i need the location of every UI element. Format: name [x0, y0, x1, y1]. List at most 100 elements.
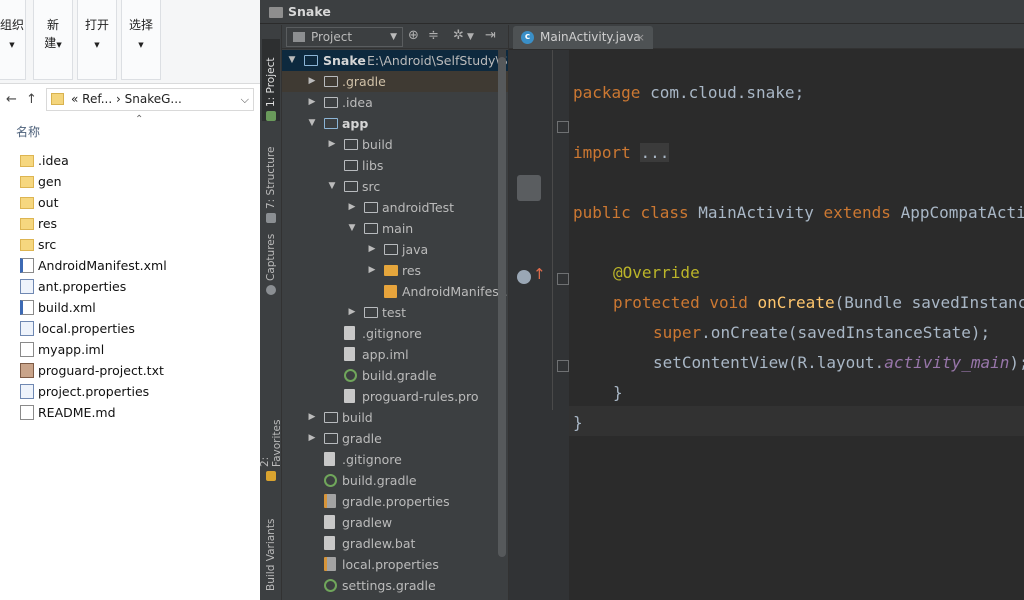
tree-item[interactable]: ▼ app: [282, 113, 508, 134]
chevron-down-icon[interactable]: ⌵: [241, 89, 249, 110]
tree-root-snake[interactable]: ▼ Snake E:\Android\SelfStudy\Snake: [282, 50, 508, 71]
column-header-name[interactable]: 名称: [16, 123, 40, 140]
address-crumb-2[interactable]: SnakeG...: [125, 92, 182, 106]
project-scrollbar[interactable]: [498, 49, 506, 600]
tree-item[interactable]: ▼ src: [282, 176, 508, 197]
chevron-down-icon[interactable]: ▼: [467, 32, 474, 42]
tab-captures[interactable]: Captures: [262, 225, 280, 295]
hide-panel-icon[interactable]: ⇥: [485, 28, 496, 43]
tree-item[interactable]: ▶ java: [282, 239, 508, 260]
file-list-item[interactable]: README.md: [0, 402, 260, 423]
file-icon: [20, 363, 34, 378]
file-list-item[interactable]: proguard-project.txt: [0, 360, 260, 381]
code-line-1: package com.cloud.snake;: [573, 78, 804, 108]
tree-item[interactable]: ▼ main: [282, 218, 508, 239]
file-list-item[interactable]: res: [0, 213, 260, 234]
expand-right-icon[interactable]: ▶: [366, 260, 378, 281]
address-crumb-1[interactable]: Ref...: [82, 92, 112, 106]
file-list-item[interactable]: out: [0, 192, 260, 213]
folded-imports[interactable]: ...: [640, 143, 670, 162]
tree-item[interactable]: ▶ build: [282, 407, 508, 428]
expand-right-icon[interactable]: ▶: [306, 407, 318, 428]
tree-item-label: test: [382, 305, 407, 320]
tool-window-sidebar: 1: Project 7: Structure Captures 2: Favo…: [259, 25, 283, 600]
folder-icon: [269, 7, 283, 18]
tree-item[interactable]: build.gradle: [282, 365, 508, 386]
fold-end-icon[interactable]: [557, 360, 569, 372]
tree-item[interactable]: ▶ .idea: [282, 92, 508, 113]
tree-item[interactable]: ▶ .gradle: [282, 71, 508, 92]
address-prefix[interactable]: «: [71, 92, 78, 106]
tree-item[interactable]: app.iml: [282, 344, 508, 365]
tab-structure[interactable]: 7: Structure: [262, 131, 280, 223]
gradle-icon: [324, 579, 337, 592]
file-list-item[interactable]: myapp.iml: [0, 339, 260, 360]
fold-collapse-icon[interactable]: [557, 273, 569, 285]
file-list-item[interactable]: build.xml: [0, 297, 260, 318]
layout-xml-icon[interactable]: [517, 175, 541, 201]
tab-build-variants[interactable]: Build Variants: [262, 509, 280, 591]
ribbon-new-button[interactable]: 新 建▼: [33, 0, 73, 80]
file-icon: [20, 405, 34, 420]
tab-main-activity[interactable]: c MainActivity.java ×: [513, 26, 653, 49]
gear-icon[interactable]: ✲: [453, 28, 464, 43]
gradle-icon: [324, 474, 337, 487]
file-list-item[interactable]: project.properties: [0, 381, 260, 402]
tree-item[interactable]: ▶ androidTest: [282, 197, 508, 218]
expand-right-icon[interactable]: ▶: [306, 92, 318, 113]
tab-favorites[interactable]: 2: Favorites: [259, 409, 283, 481]
fold-expand-icon[interactable]: [557, 121, 569, 133]
tree-item[interactable]: gradle.properties: [282, 491, 508, 512]
tree-item[interactable]: build.gradle: [282, 470, 508, 491]
expand-right-icon[interactable]: ▶: [346, 197, 358, 218]
tree-item[interactable]: ▶ test: [282, 302, 508, 323]
close-icon[interactable]: ×: [636, 26, 645, 49]
ribbon-organize-button[interactable]: 组织 ▼: [0, 0, 26, 80]
project-crumb[interactable]: Snake: [288, 4, 331, 19]
code-line-annotation: @Override: [613, 258, 700, 288]
expand-right-icon[interactable]: ▶: [346, 302, 358, 323]
expand-right-icon[interactable]: ▶: [306, 428, 318, 449]
locate-icon[interactable]: ⊕: [408, 28, 419, 43]
tree-item[interactable]: gradlew.bat: [282, 533, 508, 554]
expand-down-icon[interactable]: ▼: [306, 113, 318, 134]
tree-item[interactable]: .gitignore: [282, 323, 508, 344]
file-list-item[interactable]: src: [0, 234, 260, 255]
tree-item[interactable]: proguard-rules.pro: [282, 386, 508, 407]
expand-right-icon[interactable]: ▶: [366, 239, 378, 260]
ribbon-open-button[interactable]: 打开 ▼: [77, 0, 117, 80]
expand-right-icon[interactable]: ▶: [326, 134, 338, 155]
up-arrow-icon[interactable]: ↑: [26, 92, 37, 107]
tree-item[interactable]: gradlew: [282, 512, 508, 533]
collapse-all-icon[interactable]: ≑: [428, 28, 439, 43]
tab-project[interactable]: 1: Project: [262, 39, 280, 121]
file-list-item[interactable]: gen: [0, 171, 260, 192]
file-list-item[interactable]: AndroidManifest.xml: [0, 255, 260, 276]
ribbon-select-button[interactable]: 选择 ▼: [121, 0, 161, 80]
tree-item[interactable]: .gitignore: [282, 449, 508, 470]
tree-item[interactable]: ▶ gradle: [282, 428, 508, 449]
tree-item[interactable]: ▶ build: [282, 134, 508, 155]
expand-right-icon[interactable]: ▶: [306, 71, 318, 92]
sort-ascending-icon: ⌃: [135, 114, 144, 125]
scrollbar-thumb[interactable]: [498, 57, 506, 557]
address-input[interactable]: « Ref... › SnakeG... ⌵: [46, 88, 254, 111]
expand-down-icon[interactable]: ▼: [286, 50, 298, 71]
expand-down-icon[interactable]: ▼: [346, 218, 358, 239]
tree-item[interactable]: AndroidManifest.xml: [282, 281, 508, 302]
project-view-select[interactable]: Project ▼: [286, 27, 403, 47]
tree-item[interactable]: libs: [282, 155, 508, 176]
code-area[interactable]: package com.cloud.snake; import ... publ…: [573, 50, 1024, 600]
expand-down-icon[interactable]: ▼: [326, 176, 338, 197]
set-content-view-call: setContentView(R.layout.: [653, 353, 885, 372]
tree-item[interactable]: ▶ res: [282, 260, 508, 281]
file-list-item[interactable]: local.properties: [0, 318, 260, 339]
file-list-item[interactable]: ant.properties: [0, 276, 260, 297]
project-icon: [266, 111, 276, 121]
file-list-item[interactable]: .idea: [0, 150, 260, 171]
override-method-icon[interactable]: [517, 270, 531, 284]
tree-item[interactable]: settings.gradle: [282, 575, 508, 596]
tree-item[interactable]: local.properties: [282, 554, 508, 575]
code-editor[interactable]: c MainActivity.java × ↑ package com.clou…: [508, 25, 1024, 600]
back-arrow-icon[interactable]: ←: [6, 92, 17, 107]
